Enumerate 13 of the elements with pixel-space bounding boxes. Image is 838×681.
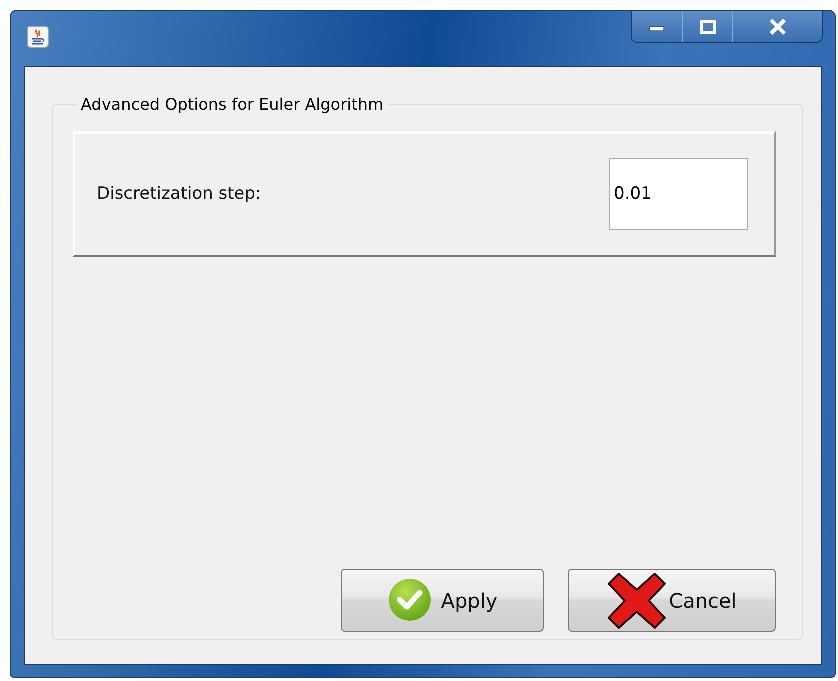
cross-icon [607,572,668,630]
maximize-button[interactable] [682,11,732,42]
input-field[interactable]: 0.01 [609,158,748,230]
cancel-button[interactable]: Cancel [568,569,776,632]
maximize-icon [700,20,716,34]
field-label: Discretization step: [97,184,262,204]
coffee-cup-icon [27,26,49,48]
close-button[interactable] [732,11,822,42]
group-title: Advanced Options for Euler Algorithm [80,95,385,114]
checkmark-icon [387,578,434,624]
close-icon [768,18,786,34]
apply-button[interactable]: Apply [341,569,544,632]
minimize-button[interactable] [632,11,682,42]
